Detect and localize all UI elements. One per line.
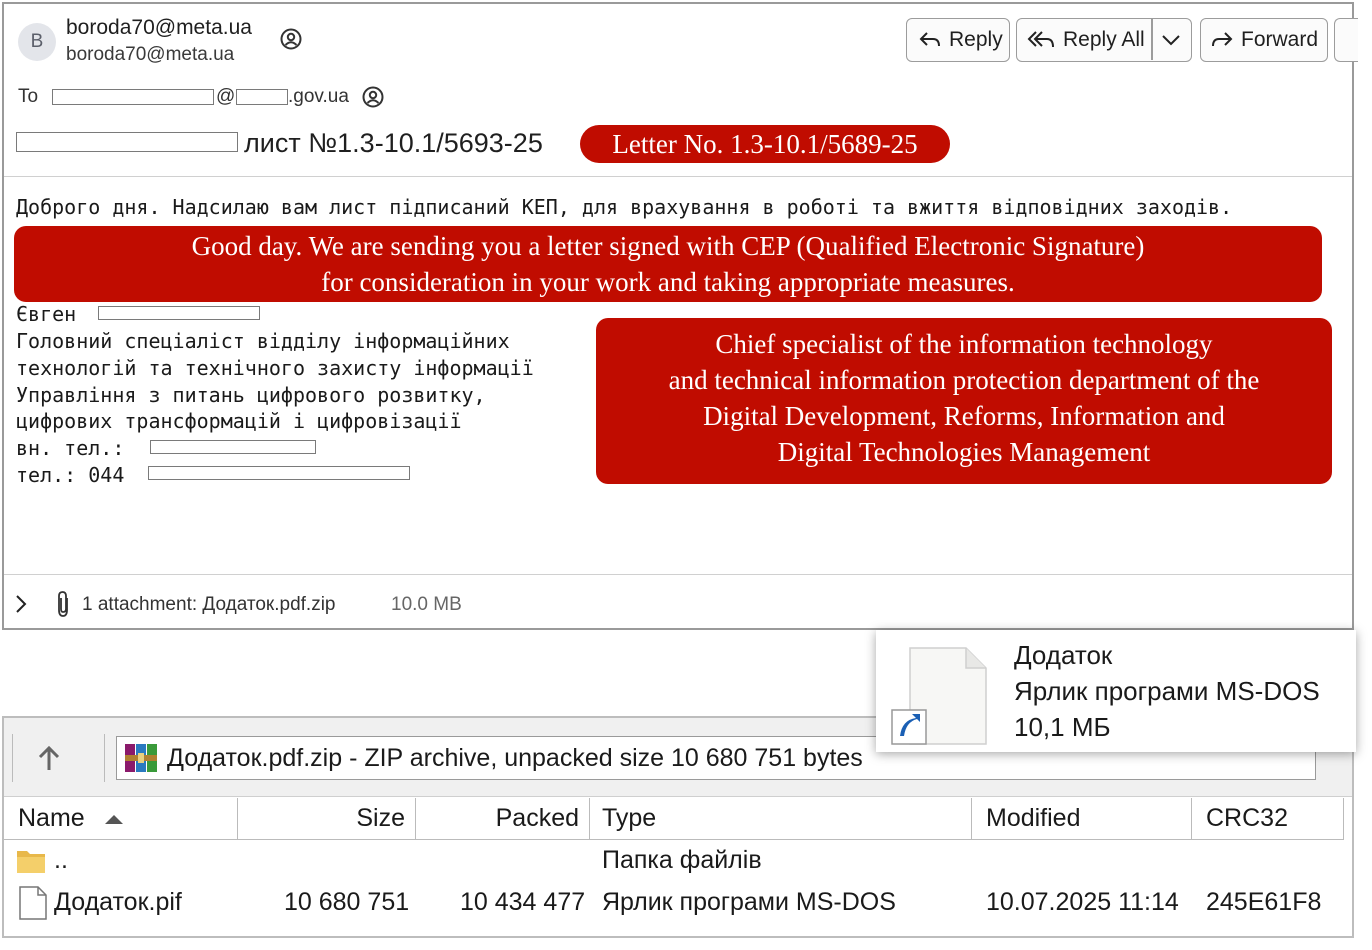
paperclip-icon bbox=[58, 591, 68, 617]
archive-path-text: Додаток.pdf.zip - ZIP archive, unpacked … bbox=[167, 743, 863, 772]
file-type: Ярлик програми MS-DOS bbox=[602, 888, 896, 916]
recipient-contact-icon[interactable] bbox=[362, 86, 384, 108]
signature-name: Євген bbox=[16, 302, 77, 326]
column-header-name[interactable]: Name bbox=[4, 798, 238, 840]
attachment-size: 10.0 MB bbox=[391, 594, 462, 615]
tooltip-file-name: Додаток bbox=[1014, 640, 1113, 670]
redacted-recipient-user bbox=[52, 89, 214, 105]
signature-translation-line: Digital Technologies Management bbox=[777, 437, 1151, 467]
reply-all-label: Reply All bbox=[1063, 28, 1145, 51]
signature-line: Головний спеціаліст відділу інформаційни… bbox=[16, 329, 510, 353]
signature-line: технологій та технічного захисту інформа… bbox=[16, 356, 534, 380]
file-size: 10 680 751 bbox=[284, 888, 410, 916]
forward-icon bbox=[1212, 32, 1233, 47]
tooltip-file-size: 10,1 МБ bbox=[1014, 712, 1111, 742]
signature-line: цифрових трансформацій і цифровізації bbox=[16, 409, 462, 433]
forward-button[interactable]: Forward bbox=[1200, 18, 1328, 62]
column-header-label: Packed bbox=[495, 804, 579, 832]
redacted-subject-prefix bbox=[16, 132, 238, 152]
table-row[interactable]: .. Папка файлів bbox=[4, 842, 1344, 882]
column-header-crc32[interactable]: CRC32 bbox=[1192, 798, 1344, 840]
redacted-ext-phone bbox=[150, 440, 316, 454]
sender-avatar: B bbox=[18, 23, 56, 61]
reply-icon bbox=[919, 32, 940, 47]
chevron-right-icon[interactable] bbox=[14, 594, 28, 614]
sender-name[interactable]: boroda70@meta.ua bbox=[66, 16, 252, 40]
sort-ascending-icon bbox=[104, 814, 123, 824]
toolbar-divider bbox=[104, 734, 105, 782]
split-divider bbox=[1151, 19, 1153, 60]
reply-button[interactable]: Reply bbox=[906, 18, 1010, 62]
column-header-type[interactable]: Type bbox=[590, 798, 972, 840]
subject-translation: Letter No. 1.3-10.1/5689-25 bbox=[580, 125, 950, 163]
file-info-tooltip: Додаток Ярлик програми MS-DOS 10,1 МБ bbox=[876, 630, 1356, 752]
to-label: To bbox=[18, 86, 39, 107]
reply-label: Reply bbox=[949, 28, 1003, 51]
ext-phone-label: вн. тел.: bbox=[16, 436, 125, 460]
header-divider bbox=[4, 176, 1352, 177]
contact-icon[interactable] bbox=[280, 28, 302, 50]
column-header-label: Size bbox=[356, 804, 405, 832]
reply-all-button[interactable]: Reply All bbox=[1016, 18, 1192, 62]
column-header-packed[interactable]: Packed bbox=[416, 798, 590, 840]
winrar-archive-icon bbox=[125, 744, 157, 772]
signature-translation: Chief specialist of the information tech… bbox=[596, 318, 1332, 484]
table-row[interactable]: Додаток.pif 10 680 751 10 434 477 Ярлик … bbox=[4, 884, 1344, 924]
recipient-domain[interactable]: .gov.ua bbox=[288, 86, 349, 108]
to-row: To bbox=[18, 86, 38, 108]
column-header-size[interactable]: Size bbox=[238, 798, 416, 840]
redacted-phone bbox=[148, 466, 410, 480]
greeting-translation: Good day. We are sending you a letter si… bbox=[14, 226, 1322, 302]
chevron-down-icon[interactable] bbox=[1161, 33, 1181, 47]
sender-address[interactable]: boroda70@meta.ua bbox=[66, 44, 234, 66]
greeting-translation-line: for consideration in your work and takin… bbox=[321, 267, 1015, 297]
signature-translation-line: and technical information protection dep… bbox=[668, 365, 1260, 395]
more-button[interactable] bbox=[1334, 18, 1358, 62]
file-crc32: 245E61F8 bbox=[1206, 888, 1322, 916]
folder-icon bbox=[17, 851, 45, 873]
signature-translation-line: Chief specialist of the information tech… bbox=[715, 329, 1213, 359]
email-panel: B boroda70@meta.ua boroda70@meta.ua Repl… bbox=[2, 2, 1358, 630]
reply-all-icon bbox=[1027, 31, 1054, 48]
signature-translation-line: Digital Development, Reforms, Informatio… bbox=[703, 401, 1225, 431]
file-icon bbox=[19, 886, 47, 920]
redacted-surname bbox=[98, 306, 260, 320]
column-header-label: Modified bbox=[986, 804, 1081, 832]
column-header-label: Name bbox=[18, 804, 85, 832]
file-type: Папка файлів bbox=[602, 846, 762, 874]
toolbar-divider bbox=[12, 734, 13, 782]
redacted-recipient-domain bbox=[236, 89, 288, 105]
tooltip-file-type: Ярлик програми MS-DOS bbox=[1014, 676, 1320, 706]
recipient-at: @ bbox=[216, 86, 236, 107]
greeting-translation-line: Good day. We are sending you a letter si… bbox=[191, 231, 1145, 261]
column-header-label: CRC32 bbox=[1206, 804, 1288, 832]
file-modified: 10.07.2025 11:14 bbox=[986, 888, 1179, 916]
phone-label: тел.: 044 bbox=[16, 463, 125, 487]
greeting-text: Доброго дня. Надсилаю вам лист підписани… bbox=[16, 195, 1233, 219]
signature-line: Управління з питань цифрового розвитку, bbox=[16, 383, 486, 407]
file-packed-size: 10 434 477 bbox=[460, 888, 586, 916]
column-header-modified[interactable]: Modified bbox=[972, 798, 1192, 840]
attachment-summary[interactable]: 1 attachment: Додаток.pdf.zip bbox=[82, 594, 336, 616]
column-header-label: Type bbox=[602, 804, 657, 832]
file-name: Додаток.pif bbox=[54, 888, 182, 916]
forward-label: Forward bbox=[1241, 28, 1319, 51]
file-name: .. bbox=[54, 846, 68, 874]
shortcut-file-icon bbox=[891, 647, 987, 745]
attachment-divider bbox=[4, 574, 1352, 575]
up-arrow-icon[interactable] bbox=[36, 744, 62, 774]
email-subject: лист №1.3-10.1/5693-25 bbox=[244, 128, 543, 158]
